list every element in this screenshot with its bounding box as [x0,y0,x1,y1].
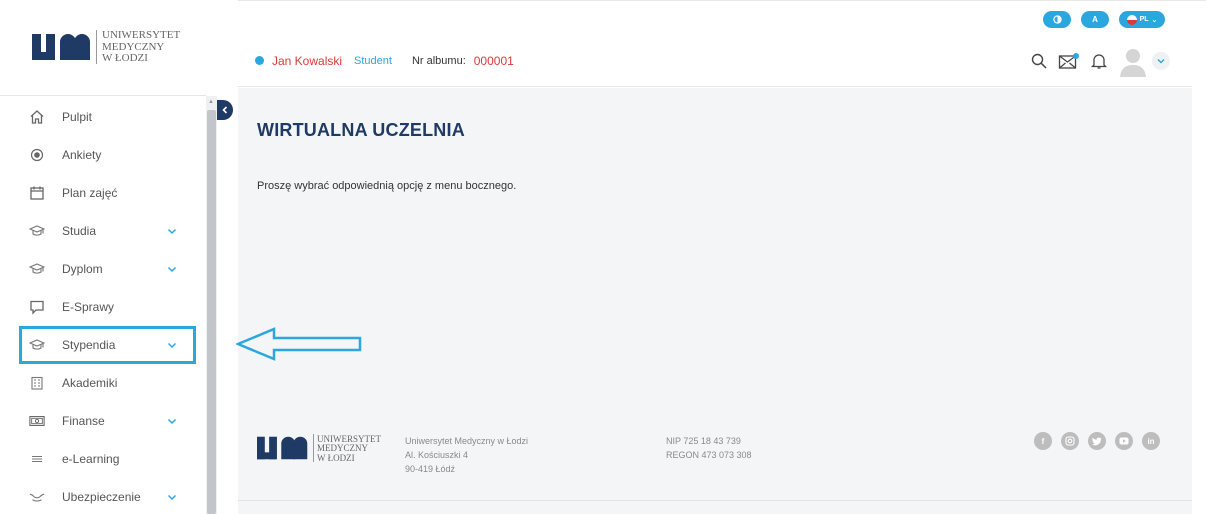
footer-logo-divider [313,434,314,462]
pl-flag-icon [1126,14,1137,25]
building-icon [29,375,45,391]
sidebar-item-label: e-Learning [62,452,120,466]
graduation-cap-icon [29,261,45,277]
chevron-left-icon [222,106,228,114]
album-number: 000001 [473,53,514,68]
user-name[interactable]: Jan Kowalski [272,54,342,68]
footer-address: Uniwersytet Medyczny w Łodzi Al. Kościus… [405,436,529,474]
sidebar-item-label: Plan zajęć [62,186,118,200]
page-message: Proszę wybrać odpowiednią opcję z menu b… [257,180,517,192]
footer-logo-text: UNIWERSYTET MEDYCZNY W ŁODZI [317,434,381,463]
annotation-arrow-icon [236,327,362,361]
chevron-down-icon[interactable] [167,490,177,504]
user-menu[interactable] [1118,45,1170,77]
twitter-icon[interactable] [1088,432,1106,450]
hands-icon [29,489,45,505]
home-icon [29,109,45,125]
sidebar-item-label: Studia [62,224,97,238]
footer-logo-mark [257,436,308,460]
graduation-cap-icon [29,337,45,353]
calendar-icon [29,185,45,201]
sidebar-item-studia[interactable]: Studia [0,212,206,250]
logo-text: UNIWERSYTET MEDYCZNY W ŁODZI [102,29,181,65]
font-size-toggle[interactable]: A [1081,11,1109,28]
sidebar: UNIWERSYTET MEDYCZNY W ŁODZI Pulpit Ankie… [0,0,206,514]
sidebar-collapse-button[interactable] [217,100,233,120]
contrast-icon [1052,15,1062,24]
contrast-toggle[interactable] [1043,11,1071,28]
footer-divider [238,500,1192,501]
sidebar-item-stypendia[interactable]: Stypendia [19,326,196,364]
top-strip [238,0,1206,10]
sidebar-item-label: Akademiki [62,376,118,390]
sidebar-item-label: E-Sprawy [62,300,115,314]
mail-icon[interactable] [1058,52,1080,70]
sidebar-item-label: Stypendia [62,338,116,352]
sidebar-item-finanse[interactable]: Finanse [0,402,206,440]
sidebar-item-e-learning[interactable]: e-Learning [0,440,206,478]
sidebar-item-plan-zajęć[interactable]: Plan zajęć [0,174,206,212]
page: UNIWERSYTET MEDYCZNY W ŁODZI Pulpit Ankie… [0,0,1206,514]
sidebar-item-label: Dyplom [62,262,103,276]
youtube-icon[interactable] [1115,432,1133,450]
chat-bubble-icon [29,299,45,315]
header-bar: Jan Kowalski Student Nr albumu: 000001 [238,35,1192,87]
accessibility-toggles: A PL ⌄ [1043,11,1165,28]
sidebar-nav: Pulpit Ankiety Plan zajęć Studia Dyplom E-Spr… [0,98,206,514]
language-label: PL [1139,16,1149,23]
header-icons [1030,45,1170,77]
sidebar-item-akademiki[interactable]: Akademiki [0,364,206,402]
chevron-down-icon[interactable] [167,224,177,238]
sidebar-item-pulpit[interactable]: Pulpit [0,98,206,136]
sidebar-item-label: Ankiety [62,148,102,162]
user-role: Student [354,54,392,67]
footer: UNIWERSYTET MEDYCZNY W ŁODZI Uniwersytet… [238,410,1192,500]
graduation-cap-icon [29,223,45,239]
sidebar-item-ubezpieczenie[interactable]: Ubezpieczenie [0,478,206,514]
page-title: WIRTUALNA UCZELNIA [257,120,465,140]
sidebar-scrollbar-thumb[interactable] [207,110,216,514]
menu-lines-icon [29,451,45,467]
facebook-icon[interactable]: f [1034,432,1052,450]
logo-divider [96,30,97,64]
sidebar-item-e-sprawy[interactable]: E-Sprawy [0,288,206,326]
chevron-down-icon: ⌄ [1151,16,1158,24]
bell-icon[interactable] [1090,52,1108,70]
avatar [1120,49,1146,77]
chevron-down-icon[interactable] [167,338,177,352]
um-logo-mark [32,34,90,60]
album-label: Nr albumu: [411,54,466,67]
sidebar-item-dyplom[interactable]: Dyplom [0,250,206,288]
sidebar-item-label: Ubezpieczenie [62,490,141,504]
linkedin-icon[interactable]: in [1142,432,1160,450]
font-size-label: A [1092,15,1098,24]
instagram-icon[interactable] [1061,432,1079,450]
chevron-down-icon[interactable] [167,414,177,428]
user-menu-toggle[interactable] [1152,52,1170,70]
footer-registry: NIP 725 18 43 739 REGON 473 073 308 [666,436,752,460]
banknote-icon [29,413,45,429]
social-links: f in [1034,432,1160,450]
sidebar-item-ankiety[interactable]: Ankiety [0,136,206,174]
sidebar-item-label: Finanse [62,414,105,428]
chevron-down-icon[interactable] [167,262,177,276]
status-dot [255,56,264,65]
scroll-up-icon[interactable]: ▲ [208,99,214,105]
chevron-down-icon [1157,59,1165,64]
search-icon[interactable] [1030,52,1048,70]
sidebar-item-label: Pulpit [62,110,93,124]
university-logo[interactable]: UNIWERSYTET MEDYCZNY W ŁODZI [0,0,206,96]
radio-icon [29,147,45,163]
language-selector[interactable]: PL ⌄ [1119,11,1165,28]
